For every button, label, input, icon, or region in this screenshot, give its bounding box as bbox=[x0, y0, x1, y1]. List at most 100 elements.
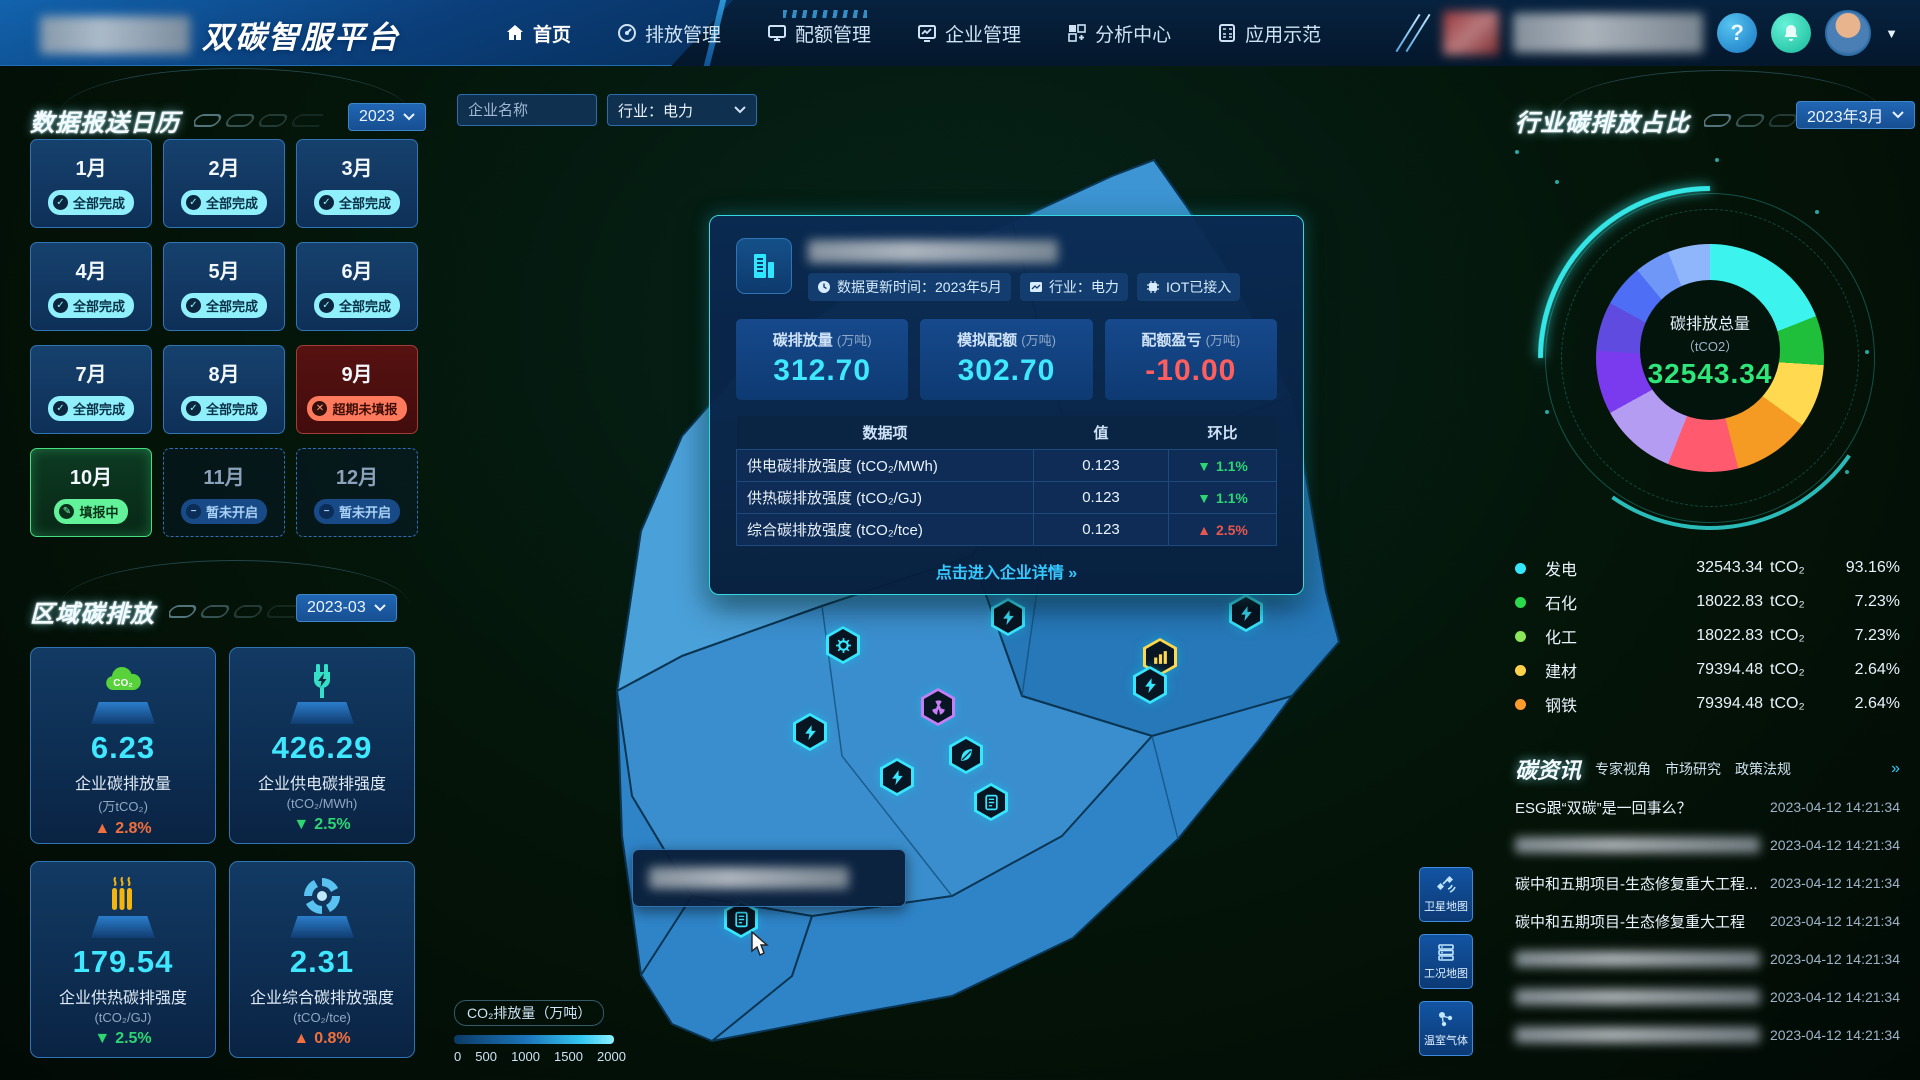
calendar-month-card[interactable]: 8月 ✓ 全部完成 bbox=[163, 345, 285, 434]
menu-item-home[interactable]: 首页 bbox=[505, 20, 571, 47]
scale-ticks: 0500100015002000 bbox=[454, 1049, 626, 1064]
industry-period-select[interactable]: 2023年3月 bbox=[1796, 101, 1915, 129]
menu-item-emission[interactable]: 排放管理 bbox=[617, 20, 721, 47]
month-status-badge: ✕ 超期未填报 bbox=[307, 396, 406, 421]
news-item[interactable]: 2023-04-12 14:21:34 bbox=[1515, 940, 1900, 978]
more-chevron-icon[interactable]: » bbox=[1891, 760, 1900, 778]
region-title: 区域碳排放 bbox=[30, 594, 155, 629]
col-header-delta: 环比 bbox=[1169, 416, 1277, 450]
news-item-date: 2023-04-12 14:21:34 bbox=[1770, 875, 1900, 891]
calendar-month-card[interactable]: 2月 ✓ 全部完成 bbox=[163, 139, 285, 228]
status-text: 暂未开启 bbox=[206, 502, 258, 521]
metric-value: 0.123 bbox=[1034, 514, 1169, 546]
news-item-date: 2023-04-12 14:21:34 bbox=[1770, 799, 1900, 815]
month-status-badge: − 暂未开启 bbox=[181, 499, 267, 524]
legend-unit: tCO₂ bbox=[1770, 695, 1822, 713]
marker-glyph-icon bbox=[880, 758, 914, 796]
calendar-year-select[interactable]: 2023 bbox=[348, 103, 426, 131]
map-marker[interactable] bbox=[974, 783, 1008, 821]
calendar-month-card[interactable]: 10月 ✎ 填报中 bbox=[30, 448, 152, 537]
calendar-month-card[interactable]: 4月 ✓ 全部完成 bbox=[30, 242, 152, 331]
stat-trend: ▲ 0.8% bbox=[293, 1030, 350, 1048]
news-item[interactable]: 2023-04-12 14:21:34 bbox=[1515, 978, 1900, 1016]
marker-glyph-icon bbox=[974, 783, 1008, 821]
satellite-map-button[interactable]: 卫星地图 bbox=[1419, 867, 1473, 922]
calendar-month-card[interactable]: 7月 ✓ 全部完成 bbox=[30, 345, 152, 434]
calendar-month-card[interactable]: 12月 − 暂未开启 bbox=[296, 448, 418, 537]
status-text: 全部完成 bbox=[206, 399, 258, 418]
news-item[interactable]: 碳中和五期项目-生态修复重大工程... 2023-04-12 14:21:34 bbox=[1515, 864, 1900, 902]
stat-unit: (万吨) bbox=[1021, 333, 1056, 348]
calendar-month-card[interactable]: 3月 ✓ 全部完成 bbox=[296, 139, 418, 228]
tab-policy[interactable]: 政策法规 bbox=[1735, 759, 1791, 779]
map-marker[interactable] bbox=[921, 688, 955, 726]
legend-percent: 2.64% bbox=[1822, 695, 1900, 713]
metric-name: 供电碳排放强度 (tCO₂/MWh) bbox=[737, 450, 1034, 482]
search-input[interactable] bbox=[457, 94, 597, 126]
news-list: ESG跟“双碳”是一回事么？ 2023-04-12 14:21:34 2023-… bbox=[1515, 788, 1900, 1054]
map-marker[interactable] bbox=[880, 758, 914, 796]
legend-value: 32543.34 bbox=[1627, 559, 1763, 577]
calendar-month-card[interactable]: 6月 ✓ 全部完成 bbox=[296, 242, 418, 331]
news-item[interactable]: 2023-04-12 14:21:34 bbox=[1515, 1016, 1900, 1054]
map-layer-buttons: 卫星地图 工况地图 温室气体 bbox=[1419, 867, 1473, 1056]
stat-unit: (万吨) bbox=[1206, 333, 1241, 348]
region-period-select[interactable]: 2023-03 bbox=[296, 594, 397, 622]
map-marker[interactable] bbox=[949, 736, 983, 774]
legend-value: 79394.48 bbox=[1627, 695, 1763, 713]
stat-unit: (万吨) bbox=[837, 333, 872, 348]
legend-color-dot bbox=[1515, 597, 1526, 608]
menu-item-quota[interactable]: 配额管理 bbox=[767, 20, 871, 47]
tab-market-research[interactable]: 市场研究 bbox=[1665, 759, 1721, 779]
map-marker[interactable] bbox=[1133, 666, 1167, 704]
table-row: 供电碳排放强度 (tCO₂/MWh) 0.123 ▼1.1% bbox=[737, 450, 1277, 482]
enterprise-detail-link[interactable]: 点击进入企业详情 » bbox=[736, 559, 1277, 583]
legend-unit: tCO₂ bbox=[1770, 559, 1822, 577]
news-item[interactable]: 碳中和五期项目-生态修复重大工程 2023-04-12 14:21:34 bbox=[1515, 902, 1900, 940]
calendar-title: 数据报送日历 bbox=[30, 103, 180, 138]
center-total-value: 32543.34 bbox=[1648, 358, 1773, 390]
notifications-button[interactable] bbox=[1771, 13, 1811, 53]
news-item[interactable]: ESG跟“双碳”是一回事么？ 2023-04-12 14:21:34 bbox=[1515, 788, 1900, 826]
calendar-month-card[interactable]: 9月 ✕ 超期未填报 bbox=[296, 345, 418, 434]
trend-value: 1.1% bbox=[1216, 490, 1248, 506]
calendar-month-card[interactable]: 11月 − 暂未开启 bbox=[163, 448, 285, 537]
map-marker[interactable] bbox=[991, 598, 1025, 636]
menu-item-analysis[interactable]: 分析中心 bbox=[1067, 20, 1171, 47]
help-button[interactable]: ? bbox=[1717, 13, 1757, 53]
table-row: 供热碳排放强度 (tCO₂/GJ) 0.123 ▼1.1% bbox=[737, 482, 1277, 514]
menu-item-demo[interactable]: 应用示范 bbox=[1217, 20, 1321, 47]
chevron-down-icon bbox=[374, 604, 386, 612]
month-status-badge: ✓ 全部完成 bbox=[314, 293, 400, 318]
tab-expert-view[interactable]: 专家视角 bbox=[1595, 759, 1651, 779]
news-item[interactable]: 2023-04-12 14:21:34 bbox=[1515, 826, 1900, 864]
emission-stat: 碳排放量 (万吨) 312.70 bbox=[736, 319, 908, 400]
map-marker[interactable] bbox=[826, 626, 860, 664]
user-avatar[interactable] bbox=[1825, 10, 1871, 56]
table-header-row: 数据项 值 环比 bbox=[737, 416, 1277, 450]
map-marker[interactable] bbox=[793, 713, 827, 751]
industry-filter-select[interactable]: 行业：电力 bbox=[607, 94, 757, 126]
trend-value: 1.1% bbox=[1216, 458, 1248, 474]
chevron-down-icon[interactable]: ▼ bbox=[1885, 26, 1898, 41]
industry-text: 行业：电力 bbox=[1049, 277, 1119, 297]
status-icon: ✓ bbox=[319, 298, 334, 313]
icon-pedestal bbox=[290, 702, 354, 724]
greenhouse-gas-button[interactable]: 温室气体 bbox=[1419, 1001, 1473, 1056]
condition-map-button[interactable]: 工况地图 bbox=[1419, 934, 1473, 989]
status-icon: ✓ bbox=[319, 195, 334, 210]
calendar-month-card[interactable]: 1月 ✓ 全部完成 bbox=[30, 139, 152, 228]
trend-value: 0.8% bbox=[314, 1030, 350, 1048]
menu-item-enterprise[interactable]: 企业管理 bbox=[917, 20, 1021, 47]
month-status-badge: ✓ 全部完成 bbox=[48, 190, 134, 215]
stat-unit: (tCO₂/tce) bbox=[293, 1010, 351, 1025]
tooltip-company-name-redacted bbox=[649, 867, 849, 889]
stat-icon-wrap: CO₂ bbox=[88, 660, 158, 724]
factory-icon bbox=[1029, 280, 1043, 294]
month-label: 1月 bbox=[75, 152, 106, 181]
calendar-month-card[interactable]: 5月 ✓ 全部完成 bbox=[163, 242, 285, 331]
map-marker[interactable] bbox=[1229, 594, 1263, 632]
stat-icon-wrap bbox=[287, 874, 357, 938]
legend-name: 化工 bbox=[1545, 624, 1627, 648]
metric-value: 0.123 bbox=[1034, 482, 1169, 514]
